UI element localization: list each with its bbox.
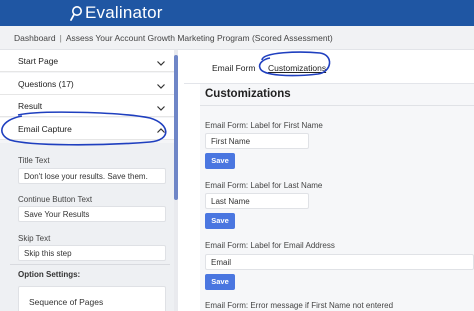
sidebar-item-label: Result [18, 101, 43, 111]
sidebar-scrollbar-thumb[interactable] [174, 55, 178, 200]
breadcrumb-current: Assess Your Account Growth Marketing Pro… [65, 33, 333, 43]
skip-text-label: Skip Text [18, 234, 51, 243]
sidebar-item-email-capture[interactable]: Email Capture [0, 118, 174, 140]
chevron-down-icon [156, 100, 166, 111]
logo-text: Evalinator [85, 3, 163, 22]
sidebar-item-start-page[interactable]: Start Page [0, 50, 174, 72]
save-last-name-button[interactable]: Save [205, 213, 235, 229]
save-first-name-button[interactable]: Save [205, 153, 235, 169]
option-settings-heading: Option Settings: [18, 270, 81, 279]
tab-bar: Email Form Customizations [184, 50, 474, 84]
email-address-input[interactable]: Email [205, 254, 474, 270]
sidebar-item-questions[interactable]: Questions (17) [0, 73, 174, 95]
sidebar-item-label: Email Capture [18, 124, 72, 134]
customizations-panel: Customizations Email Form: Label for Fir… [200, 84, 474, 311]
sidebar-item-label: Questions (17) [18, 79, 74, 89]
breadcrumb-separator: | [59, 33, 62, 43]
main-content: Email Form Customizations Customizations… [184, 50, 474, 311]
breadcrumb: Dashboard | Assess Your Account Growth Mar… [14, 33, 333, 43]
save-email-button[interactable]: Save [205, 274, 235, 290]
app-logo[interactable]: Evalinator [70, 3, 163, 23]
logo-magnifier-icon [70, 5, 83, 22]
last-name-input[interactable]: Last Name [205, 193, 309, 209]
last-name-label: Email Form: Label for Last Name [205, 181, 323, 190]
tab-customizations[interactable]: Customizations [268, 63, 326, 73]
email-address-label: Email Form: Label for Email Address [205, 241, 335, 250]
tab-email-form[interactable]: Email Form [212, 63, 255, 73]
first-name-input[interactable]: First Name [205, 133, 309, 149]
title-text-label: Title Text [18, 156, 50, 165]
sidebar-item-result[interactable]: Result [0, 95, 174, 117]
top-header-bar: Evalinator [0, 0, 474, 26]
breadcrumb-home-link[interactable]: Dashboard [14, 33, 56, 43]
skip-text-input[interactable]: Skip this step [18, 245, 166, 261]
first-name-error-label: Email Form: Error message if First Name … [205, 301, 394, 310]
sequence-of-pages-label: Sequence of Pages [29, 297, 104, 307]
panel-title: Customizations [205, 88, 291, 100]
chevron-down-icon [156, 78, 166, 89]
divider [10, 264, 170, 265]
breadcrumb-bar: Dashboard | Assess Your Account Growth Mar… [0, 26, 474, 50]
chevron-down-icon [156, 55, 166, 66]
title-text-input[interactable]: Don't lose your results. Save them. [18, 168, 166, 184]
divider [200, 105, 474, 106]
continue-button-text-label: Continue Button Text [18, 195, 93, 204]
continue-button-text-input[interactable]: Save Your Results [18, 206, 166, 222]
sequence-of-pages-box[interactable]: Sequence of Pages [18, 286, 166, 311]
first-name-label: Email Form: Label for First Name [205, 121, 323, 130]
chevron-up-icon [156, 123, 166, 133]
sidebar-item-label: Start Page [18, 56, 59, 66]
